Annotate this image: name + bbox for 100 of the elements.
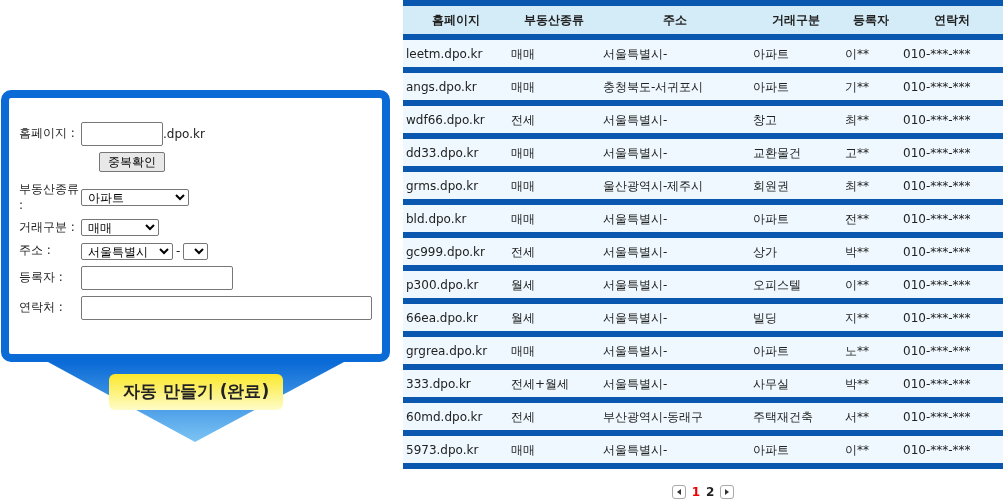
table-cell-text: 울산광역시-제주시 (602, 177, 705, 195)
table-cell-text: 5973.dpo.kr (405, 441, 480, 459)
table-cell-text: dd33.dpo.kr (405, 144, 480, 162)
table-cell-text: 010-***-*** (902, 144, 972, 162)
table-cell-text: 서울특별시- (602, 342, 669, 360)
table-cell-text: 지** (844, 309, 870, 327)
table-cell-text: 충청북도-서귀포시 (602, 78, 705, 96)
table-cell-text: 기** (844, 78, 870, 96)
check-button[interactable]: 중복확인 (99, 152, 165, 172)
table-cell-text: 최** (844, 111, 870, 129)
table-cell-text: 이** (844, 276, 870, 294)
page-link[interactable]: 2 (706, 483, 715, 501)
table-cell-text: 창고 (752, 111, 778, 129)
select-dropdown[interactable]: 매매 (81, 219, 159, 237)
table-cell-text: 010-***-*** (902, 45, 972, 63)
table-cell-text: 빌딩 (752, 309, 778, 327)
field-label: 주소 : (19, 243, 52, 259)
table-cell-text: 아파트 (752, 441, 790, 459)
table-cell-text: 아파트 (752, 342, 790, 360)
table-cell-text: 서울특별시- (602, 45, 669, 63)
input-field[interactable] (81, 122, 163, 146)
table-cell-text: 서울특별시- (602, 144, 669, 162)
table-cell-text: grgrea.dpo.kr (405, 342, 489, 360)
table-cell-text: 전세 (510, 111, 536, 129)
table-cell-text: 60md.dpo.kr (405, 408, 484, 426)
table-cell-text: gc999.dpo.kr (405, 243, 486, 261)
table-cell-text: 상가 (752, 243, 778, 261)
table-cell-text: wdf66.dpo.kr (405, 111, 486, 129)
table-cell-text: 이** (844, 45, 870, 63)
prev-button[interactable] (671, 485, 686, 499)
table-cell-text: 월세 (510, 309, 536, 327)
column-header: 홈페이지 (430, 12, 481, 29)
table-cell-text: 매매 (510, 441, 536, 459)
left-arrow-icon (675, 489, 682, 495)
table-cell-text: 매매 (510, 144, 536, 162)
field-label: 등록자 : (19, 270, 64, 286)
table-cell-text: 오피스텔 (752, 276, 802, 294)
select-dropdown[interactable] (183, 242, 209, 260)
table-cell-text: 010-***-*** (902, 177, 972, 195)
table-cell-text: 010-***-*** (902, 309, 972, 327)
table-cell-text: 서울특별시- (602, 111, 669, 129)
table-cell-text: 박** (844, 243, 870, 261)
select-dropdown[interactable]: 서울특별시 (81, 242, 173, 260)
column-header: 거래구분 (771, 12, 821, 29)
table-cell-text: 서울특별시- (602, 441, 669, 459)
table-cell-text: 매매 (510, 177, 536, 195)
table-cell-text: 010-***-*** (902, 441, 972, 459)
table-cell-text: 010-***-*** (902, 408, 972, 426)
table-cell-text: 66ea.dpo.kr (405, 309, 479, 327)
table-cell-text: 010-***-*** (902, 276, 972, 294)
select-dropdown[interactable]: 아파트 (81, 189, 189, 207)
table-cell-text: p300.dpo.kr (405, 276, 480, 294)
table-cell-text: 월세 (510, 276, 536, 294)
page-link[interactable]: 1 (691, 483, 700, 501)
table-cell-text: 333.dpo.kr (405, 375, 472, 393)
table-cell-text: 매매 (510, 78, 536, 96)
table-cell-text: 주택재건축 (752, 408, 814, 426)
table-cell-text: 노** (844, 342, 870, 360)
table-cell-text: 전세 (510, 243, 536, 261)
input-field[interactable] (80, 296, 372, 321)
table-cell-text: 서** (844, 408, 870, 426)
next-button[interactable] (720, 485, 735, 499)
table-cell-text: 전** (844, 210, 870, 228)
table-cell-text: 010-***-*** (902, 375, 972, 393)
table-cell-text: 회원권 (752, 177, 790, 195)
table-cell-text: bld.dpo.kr (405, 210, 468, 228)
table-cell-text: leetm.dpo.kr (405, 45, 484, 63)
table-cell-text: 아파트 (752, 78, 790, 96)
table-cell-text: 010-***-*** (902, 111, 972, 129)
field-label: 부동산종류 : (19, 182, 80, 214)
table-cell-text: 매매 (510, 45, 536, 63)
table-cell-text: 서울특별시- (602, 309, 669, 327)
field-label: 거래구분 : (19, 219, 76, 236)
table-cell-text: 전세 (510, 408, 536, 426)
table-cell-text: 매매 (510, 210, 536, 228)
separator-text: - (176, 243, 181, 261)
field-label: 홈페이지 : (19, 126, 76, 142)
table-cell-text: 서울특별시- (602, 243, 669, 261)
table-cell-text: 이** (844, 441, 870, 459)
input-field[interactable] (81, 266, 233, 291)
table-cell-text: 010-***-*** (902, 78, 972, 96)
table-cell-text: 아파트 (752, 45, 790, 63)
table-cell-text: 고** (844, 144, 870, 162)
column-header: 등록자 (852, 12, 890, 29)
column-header: 연락처 (932, 12, 971, 29)
table-cell-text: 서울특별시- (602, 210, 669, 228)
table-cell-text: 010-***-*** (902, 342, 972, 360)
table-cell-text: grms.dpo.kr (405, 177, 480, 195)
column-header: 부동산종류 (523, 12, 585, 29)
right-arrow-icon (724, 489, 731, 495)
table-cell-text: angs.dpo.kr (405, 78, 478, 96)
table-cell-text: 010-***-*** (902, 243, 972, 261)
submit-button[interactable]: 자동 만들기 (완료) (109, 374, 283, 410)
field-label: 연락처 : (19, 300, 64, 316)
table-cell-text: 매매 (510, 342, 536, 360)
table-cell-text: 아파트 (752, 210, 790, 228)
table-cell-text: 전세+월세 (510, 375, 571, 393)
table-cell-text: 최** (844, 177, 870, 195)
table-cell-text: 부산광역시-동래구 (602, 408, 705, 426)
table-cell-text: 010-***-*** (902, 210, 972, 228)
